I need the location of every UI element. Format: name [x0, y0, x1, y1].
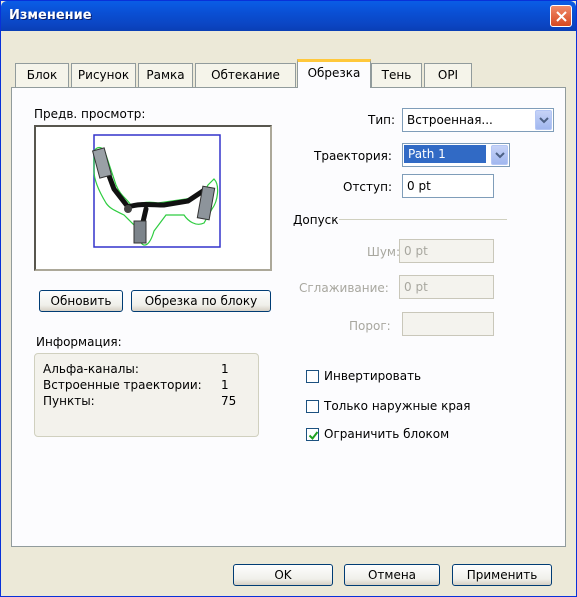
tab-label: Обтекание — [211, 68, 280, 82]
restrict-to-box-label[interactable]: Ограничить блоком — [324, 427, 449, 441]
dialog-window: Изменение Блок Рисунок Рамка Обтекание О… — [0, 0, 577, 597]
info-key: Пункты: — [43, 394, 95, 408]
crop-to-box-button[interactable]: Обрезка по блоку — [131, 290, 271, 312]
info-value: 1 — [221, 378, 229, 392]
checkmark-icon — [308, 431, 319, 441]
smoothing-label: Сглаживание: — [299, 281, 389, 295]
info-box: Альфа-каналы: 1 Встроенные траектории: 1… — [34, 353, 259, 437]
tab-block[interactable]: Блок — [15, 63, 69, 87]
path-select[interactable]: Path 1 — [402, 143, 510, 167]
info-key: Альфа-каналы: — [43, 362, 139, 376]
type-select-value: Встроенная... — [407, 113, 493, 127]
clipping-preview-image — [91, 134, 221, 248]
tab-opi[interactable]: OPI — [424, 63, 472, 87]
close-button[interactable] — [550, 5, 572, 27]
apply-button[interactable]: Применить — [452, 564, 552, 586]
tab-wrap[interactable]: Обтекание — [195, 63, 296, 87]
window-title: Изменение — [9, 8, 92, 23]
tab-label: Рамка — [146, 68, 185, 82]
invert-checkbox[interactable] — [306, 370, 319, 383]
tab-clipping[interactable]: Обрезка — [297, 59, 371, 88]
ok-button[interactable]: OK — [233, 564, 333, 586]
dropdown-button[interactable] — [535, 110, 552, 130]
chevron-down-icon — [495, 152, 505, 159]
tab-label: Тень — [381, 68, 412, 82]
tolerance-label: Допуск — [293, 213, 339, 227]
offset-input[interactable]: 0 pt — [402, 174, 494, 198]
outside-edges-label[interactable]: Только наружные края — [324, 399, 471, 413]
outside-edges-checkbox[interactable] — [306, 400, 319, 413]
threshold-input[interactable] — [402, 312, 494, 336]
tab-shadow[interactable]: Тень — [371, 63, 422, 87]
info-key: Встроенные траектории: — [43, 378, 202, 392]
info-label: Информация: — [36, 335, 122, 349]
tab-picture[interactable]: Рисунок — [71, 63, 136, 87]
info-value: 75 — [221, 394, 237, 408]
path-select-value: Path 1 — [404, 145, 486, 163]
invert-label[interactable]: Инвертировать — [324, 369, 421, 383]
smoothing-input[interactable]: 0 pt — [399, 275, 494, 299]
preview-label: Предв. просмотр: — [34, 107, 146, 121]
tolerance-divider — [339, 219, 507, 220]
tab-label: OPI — [437, 68, 459, 82]
tab-label: Блок — [26, 68, 58, 82]
tab-label: Обрезка — [307, 66, 361, 80]
close-icon — [556, 11, 567, 22]
noise-label: Шум: — [367, 245, 401, 259]
type-select[interactable]: Встроенная... — [402, 108, 554, 132]
tab-label: Рисунок — [77, 68, 130, 82]
title-bar[interactable]: Изменение — [1, 1, 576, 31]
noise-input[interactable]: 0 pt — [399, 239, 494, 263]
tab-frame[interactable]: Рамка — [138, 63, 193, 87]
type-label: Тип: — [368, 113, 396, 127]
preview-area — [34, 125, 272, 271]
update-button[interactable]: Обновить — [39, 290, 123, 312]
chevron-down-icon — [539, 117, 549, 124]
offset-label: Отступ: — [343, 180, 393, 194]
path-label: Траектория: — [314, 149, 392, 163]
restrict-to-box-checkbox[interactable] — [306, 428, 319, 441]
dropdown-button[interactable] — [491, 145, 508, 165]
cancel-button[interactable]: Отмена — [344, 564, 440, 586]
info-value: 1 — [221, 362, 229, 376]
threshold-label: Порог: — [349, 319, 391, 333]
